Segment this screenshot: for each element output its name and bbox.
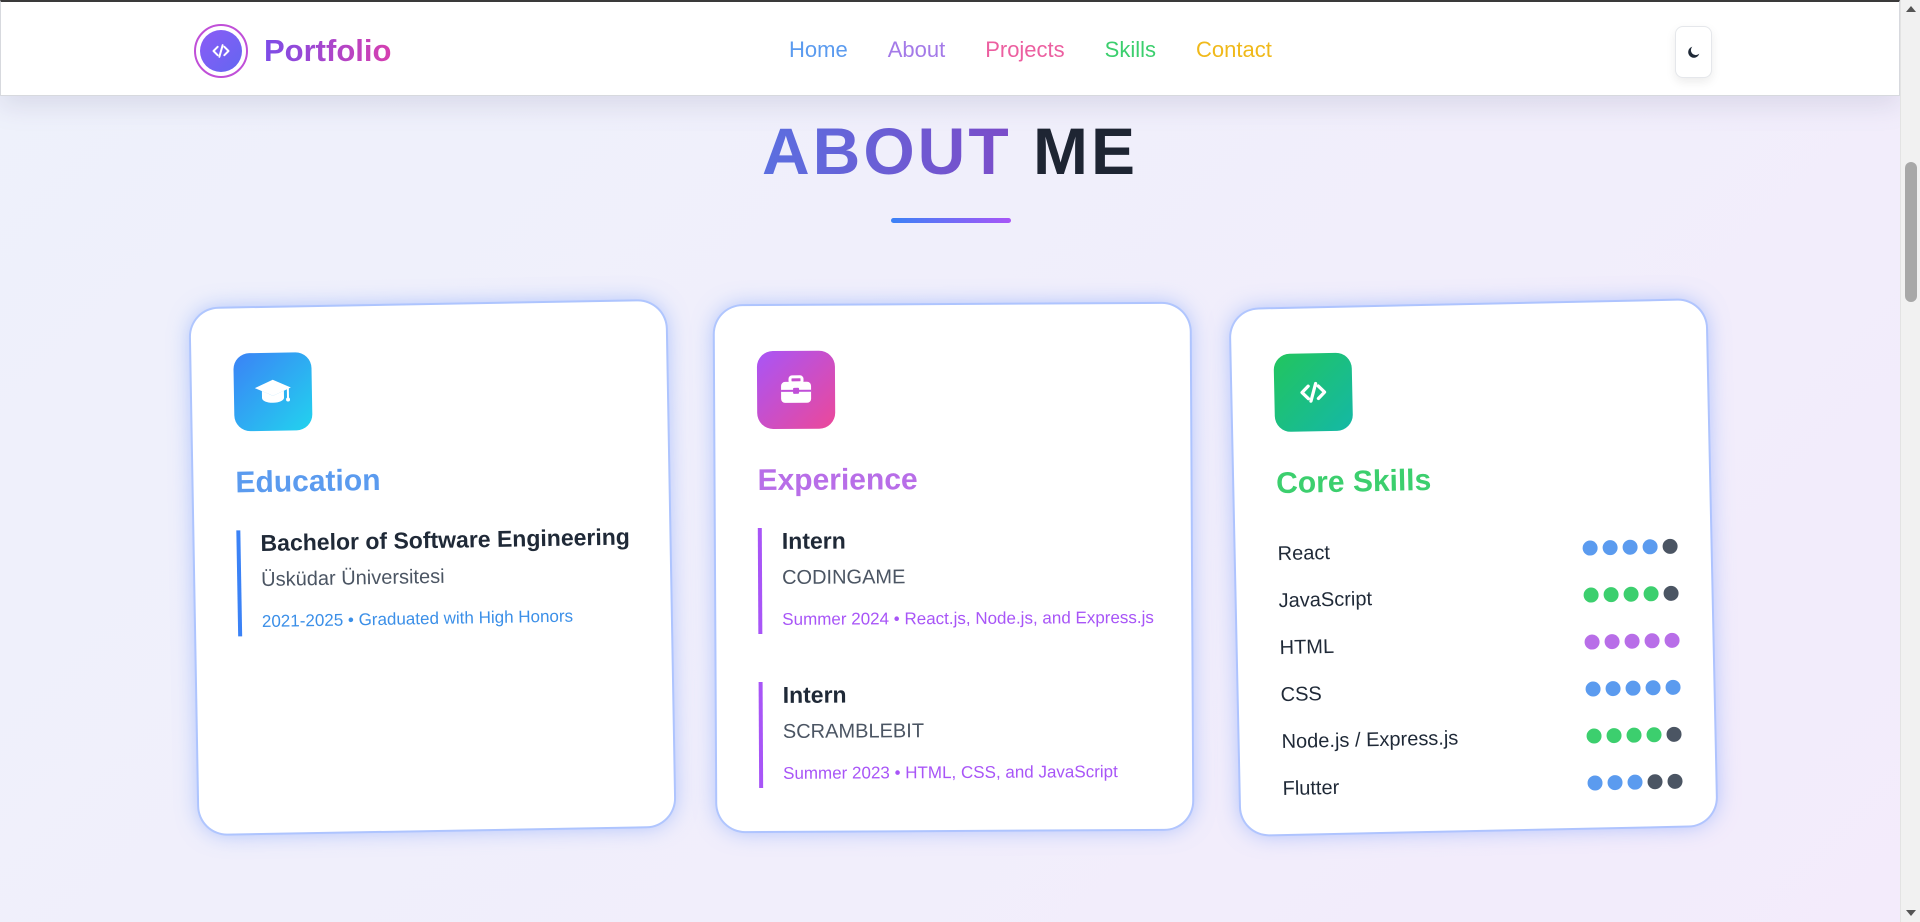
skill-row: Node.js / Express.js (1281, 711, 1682, 766)
skill-level-dots (1582, 538, 1678, 556)
skill-level-dots (1584, 632, 1680, 650)
skill-dot-filled (1642, 539, 1658, 555)
scroll-thumb[interactable] (1905, 162, 1917, 302)
skill-dot-empty (1667, 773, 1683, 789)
skill-name: React (1277, 542, 1331, 566)
entry-meta: 2021-2025 • Graduated with High Honors (261, 606, 574, 631)
education-entry: Bachelor of Software Engineering Üsküdar… (236, 523, 639, 637)
nav-link-projects[interactable]: Projects (985, 37, 1064, 63)
skill-dot-filled (1604, 633, 1620, 650)
moon-icon (1687, 46, 1699, 58)
skill-level-dots (1585, 679, 1681, 697)
experience-card: Experience Intern CODINGAME Summer 2024 … (714, 303, 1193, 832)
navbar: Portfolio Home About Projects Skills Con… (0, 0, 1900, 96)
theme-toggle-button[interactable] (1675, 26, 1712, 78)
graduation-cap-icon (254, 379, 291, 403)
skill-row: React (1277, 523, 1678, 578)
skill-level-dots (1587, 773, 1683, 791)
skill-dot-filled (1624, 633, 1640, 649)
entry-org: SCRAMBLEBIT (782, 720, 925, 743)
skill-level-dots (1583, 585, 1679, 603)
main-nav: Home About Projects Skills Contact (789, 37, 1272, 63)
skill-dot-empty (1662, 538, 1678, 555)
skill-dot-filled (1606, 727, 1622, 744)
skill-dot-filled (1626, 727, 1642, 743)
entry-meta: Summer 2023 • HTML, CSS, and JavaScript (783, 762, 1118, 783)
card-icon-skills (1273, 352, 1354, 433)
entry-role: Intern (781, 527, 846, 554)
skill-dot-filled (1664, 632, 1680, 649)
skill-dot-filled (1622, 539, 1638, 555)
skill-dot-filled (1646, 727, 1662, 743)
skill-dot-filled (1643, 586, 1659, 602)
education-card: Education Bachelor of Software Engineeri… (190, 300, 675, 835)
code-icon (1300, 381, 1327, 403)
skill-name: Flutter (1282, 776, 1340, 801)
page-scrollbar[interactable] (1900, 0, 1920, 922)
nav-link-skills[interactable]: Skills (1105, 37, 1156, 63)
brand-logo (194, 24, 248, 78)
skill-dot-filled (1603, 586, 1619, 603)
entry-org: CODINGAME (781, 566, 906, 589)
skill-dot-filled (1584, 634, 1600, 650)
viewport: Portfolio Home About Projects Skills Con… (0, 0, 1900, 922)
card-title-experience: Experience (757, 463, 918, 498)
skill-dot-filled (1607, 774, 1623, 791)
skill-dot-filled (1585, 681, 1601, 697)
card-title-education: Education (235, 463, 381, 500)
skill-dot-filled (1627, 774, 1643, 790)
entry-role: Bachelor of Software Engineering (260, 523, 631, 556)
scroll-down-arrow[interactable] (1906, 910, 1916, 916)
skill-level-dots (1586, 726, 1682, 744)
brand[interactable]: Portfolio (194, 24, 391, 78)
skill-dot-filled (1587, 775, 1603, 791)
nav-link-contact[interactable]: Contact (1196, 37, 1272, 63)
code-icon (200, 30, 242, 72)
skill-name: Node.js / Express.js (1281, 727, 1459, 754)
nav-link-home[interactable]: Home (789, 37, 848, 63)
scroll-up-arrow[interactable] (1906, 6, 1916, 12)
skill-dot-filled (1602, 539, 1618, 556)
card-icon-education (233, 352, 313, 432)
entry-role: Intern (782, 681, 847, 708)
skill-dot-empty (1647, 774, 1663, 790)
skill-dot-filled (1583, 587, 1599, 603)
skill-name: JavaScript (1278, 588, 1373, 613)
skill-row: CSS (1280, 664, 1681, 719)
skill-row: JavaScript (1278, 570, 1679, 625)
skill-dot-filled (1605, 680, 1621, 697)
section-title: ABOUT ME (0, 113, 1900, 189)
entry-meta: Summer 2024 • React.js, Node.js, and Exp… (782, 607, 1154, 629)
experience-entry: Intern CODINGAME Summer 2024 • React.js,… (757, 525, 1159, 635)
skills-card: Core Skills React JavaScript HTML CSS No… (1230, 300, 1717, 835)
skill-dot-filled (1582, 540, 1598, 556)
entry-org: Üsküdar Üniversitesi (260, 565, 445, 591)
skill-dot-filled (1645, 680, 1661, 696)
section-title-accent: ABOUT (762, 114, 1012, 188)
skill-dot-filled (1586, 728, 1602, 744)
skill-name: HTML (1279, 635, 1335, 660)
section-title-rest: ME (1033, 114, 1138, 188)
skill-dot-filled (1623, 586, 1639, 602)
nav-link-about[interactable]: About (888, 37, 946, 63)
skill-dot-empty (1663, 585, 1679, 602)
brand-name: Portfolio (264, 33, 392, 68)
title-underline (891, 218, 1011, 223)
card-icon-experience (756, 350, 836, 430)
skill-dot-empty (1666, 726, 1682, 742)
card-title-skills: Core Skills (1275, 463, 1432, 501)
skill-row: HTML (1279, 617, 1680, 672)
skill-name: CSS (1280, 683, 1322, 707)
briefcase-icon (781, 375, 812, 403)
skill-dot-filled (1625, 680, 1641, 696)
skill-dot-filled (1644, 633, 1660, 649)
experience-entry: Intern SCRAMBLEBIT Summer 2023 • HTML, C… (758, 679, 1160, 789)
skills-list: React JavaScript HTML CSS Node.js / Expr… (1277, 523, 1683, 813)
skill-dot-filled (1665, 679, 1681, 696)
skill-row: Flutter (1282, 758, 1683, 813)
